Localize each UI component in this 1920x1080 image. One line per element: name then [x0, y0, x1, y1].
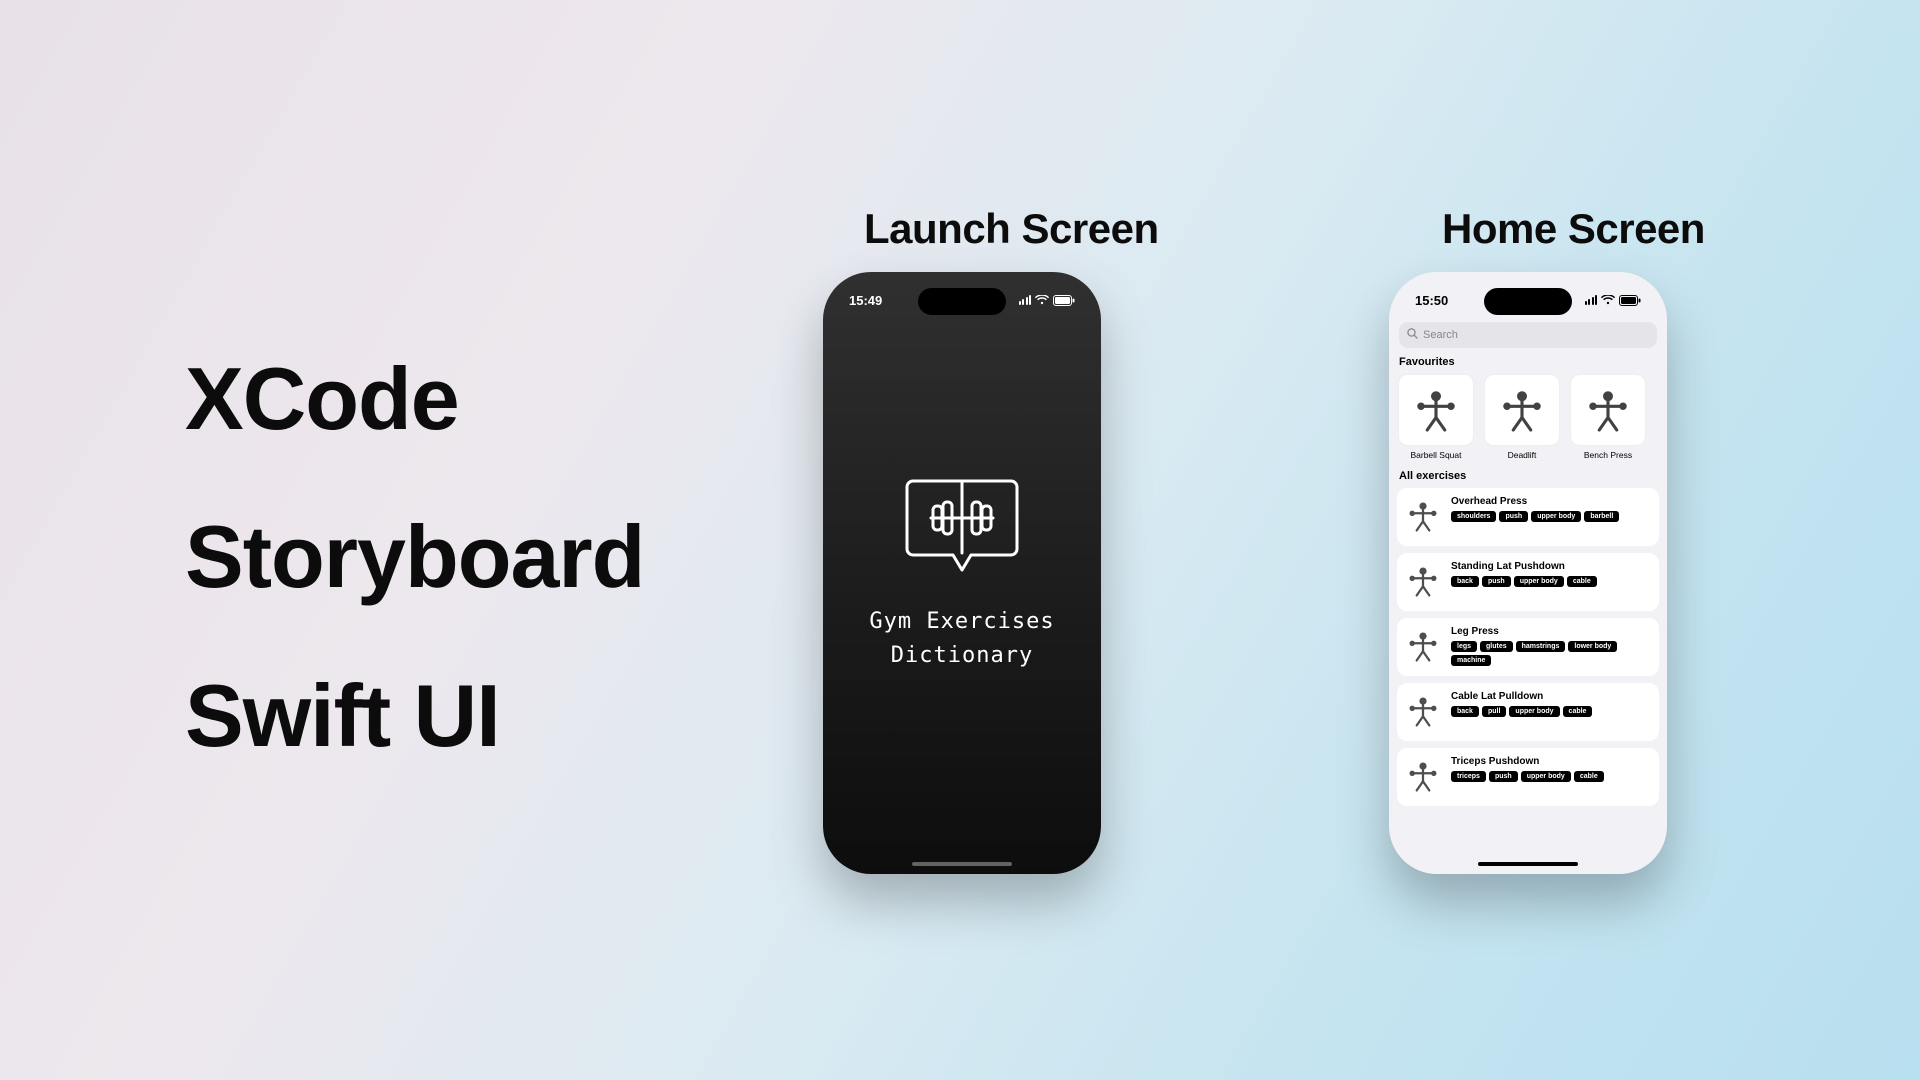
exercise-thumb-icon — [1398, 374, 1474, 446]
exercise-tag: barbell — [1584, 511, 1619, 522]
tag-row: legsgluteshamstringslower body machine — [1451, 641, 1649, 666]
search-input[interactable]: Search — [1399, 322, 1657, 348]
favourite-card[interactable]: Barbell Squat — [1397, 374, 1475, 460]
exercise-tag: lower body — [1568, 641, 1617, 652]
tech-item: Storyboard — [185, 478, 644, 636]
exercise-card[interactable]: Cable Lat Pulldown backpullupper body cabl… — [1397, 683, 1659, 741]
app-logo-icon — [903, 473, 1021, 577]
exercise-name: Leg Press — [1451, 626, 1649, 637]
wifi-icon — [1601, 295, 1615, 305]
tech-item: XCode — [185, 320, 644, 478]
favourite-card[interactable]: Deadlift — [1483, 374, 1561, 460]
tech-list: XCode Storyboard Swift UI — [185, 320, 644, 795]
exercise-card[interactable]: Standing Lat Pushdown backpushupper bodyc… — [1397, 553, 1659, 611]
exercise-tag: shoulders — [1451, 511, 1496, 522]
home-phone: 15:50 Search Favourites Barbell Squat Dea… — [1389, 272, 1667, 874]
favourite-label: Barbell Squat — [1410, 450, 1461, 460]
favourite-label: Bench Press — [1584, 450, 1632, 460]
launch-content: Gym Exercises Dictionary — [823, 272, 1101, 874]
notch — [1484, 288, 1572, 315]
tag-row: shoulderspushupper bodybarbell — [1451, 511, 1649, 522]
exercise-tag: push — [1489, 771, 1518, 782]
status-time: 15:50 — [1415, 293, 1448, 308]
exercise-list: Overhead Pressshoulderspushupper bodybar… — [1397, 488, 1659, 806]
exercise-thumb-icon — [1570, 374, 1646, 446]
exercise-card[interactable]: Triceps Pushdown tricepspushupper bodycab… — [1397, 748, 1659, 806]
favourites-title: Favourites — [1399, 356, 1657, 368]
exercise-tag: upper body — [1514, 576, 1564, 587]
exercise-name: Standing Lat Pushdown — [1451, 561, 1649, 572]
exercise-tag: push — [1482, 576, 1511, 587]
exercise-tag: hamstrings — [1516, 641, 1566, 652]
exercise-tag: triceps — [1451, 771, 1486, 782]
home-indicator — [912, 862, 1012, 866]
exercise-tag: cable — [1567, 576, 1597, 587]
all-exercises-title: All exercises — [1399, 470, 1657, 482]
home-screen-label: Home Screen — [1442, 205, 1705, 253]
exercise-thumb-icon — [1403, 626, 1443, 666]
exercise-card[interactable]: Leg Press legsgluteshamstringslower body m… — [1397, 618, 1659, 676]
tag-row: tricepspushupper bodycable — [1451, 771, 1649, 782]
tech-item: Swift UI — [185, 637, 644, 795]
exercise-thumb-icon — [1403, 496, 1443, 536]
home-indicator — [1478, 862, 1578, 866]
battery-icon — [1619, 295, 1641, 306]
favourite-card[interactable]: Bench Press — [1569, 374, 1647, 460]
exercise-tag: push — [1499, 511, 1528, 522]
signal-icon — [1585, 295, 1598, 305]
exercise-tag: back — [1451, 576, 1479, 587]
exercise-name: Triceps Pushdown — [1451, 756, 1649, 767]
search-icon — [1407, 328, 1418, 342]
exercise-thumb-icon — [1403, 756, 1443, 796]
exercise-tag: cable — [1574, 771, 1604, 782]
exercise-tag: legs — [1451, 641, 1477, 652]
exercise-tag: machine — [1451, 655, 1491, 666]
app-title: Gym Exercises Dictionary — [869, 605, 1054, 673]
exercise-card[interactable]: Overhead Press shoulderspushupper bodybar… — [1397, 488, 1659, 546]
launch-phone: 15:49 Gym Exercises Dictionary — [823, 272, 1101, 874]
exercise-thumb-icon — [1403, 691, 1443, 731]
exercise-tag: cable — [1563, 706, 1593, 717]
exercise-thumb-icon — [1484, 374, 1560, 446]
exercise-name: Cable Lat Pulldown — [1451, 691, 1649, 702]
exercise-name: Overhead Press — [1451, 496, 1649, 507]
notch — [918, 288, 1006, 315]
exercise-tag: glutes — [1480, 641, 1513, 652]
home-content: Search Favourites Barbell SquatDeadliftB… — [1389, 322, 1667, 874]
exercise-tag: back — [1451, 706, 1479, 717]
favourites-row: Barbell Squat Deadlift Bench Press — [1397, 374, 1659, 460]
status-icons — [1585, 295, 1642, 306]
tag-row: backpushupper bodycable — [1451, 576, 1649, 587]
exercise-tag: upper body — [1521, 771, 1571, 782]
favourite-label: Deadlift — [1508, 450, 1537, 460]
exercise-thumb-icon — [1403, 561, 1443, 601]
search-placeholder: Search — [1423, 329, 1458, 341]
tag-row: backpullupper body cable — [1451, 706, 1649, 717]
exercise-tag: upper body — [1531, 511, 1581, 522]
launch-screen-label: Launch Screen — [864, 205, 1159, 253]
exercise-tag: pull — [1482, 706, 1506, 717]
exercise-tag: upper body — [1509, 706, 1559, 717]
